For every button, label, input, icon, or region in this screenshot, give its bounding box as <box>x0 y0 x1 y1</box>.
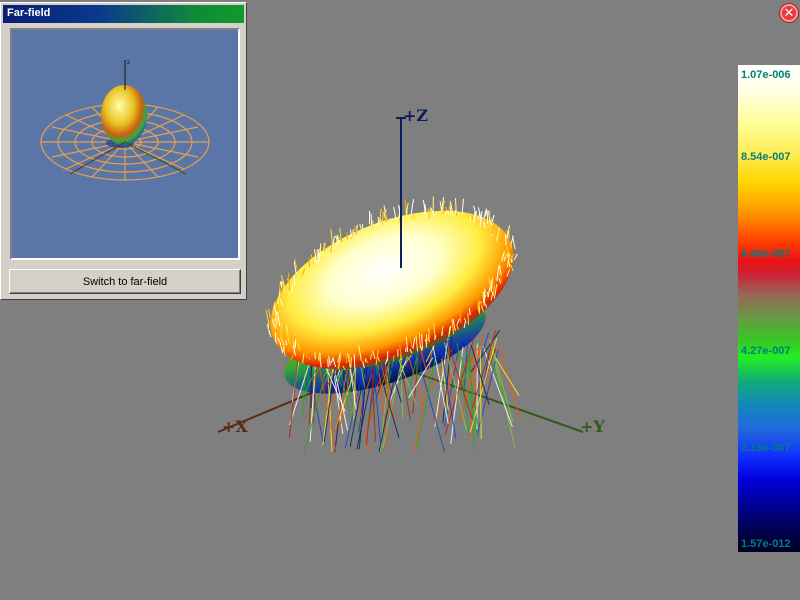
y-axis-label: +Y <box>580 417 605 436</box>
svg-text:·· ·: ·· · <box>196 122 201 127</box>
farfield-title: Far-field <box>7 7 51 19</box>
svg-text:·· ·: ·· · <box>192 164 197 169</box>
svg-text:·· ·: ·· · <box>48 156 53 161</box>
farfield-titlebar[interactable]: Far-field <box>3 5 244 23</box>
colorbar-label-3: 6.40e-007 <box>741 248 791 260</box>
colorbar-label-min: 1.57e-012 <box>741 538 791 550</box>
preview-z-label: z <box>127 60 130 66</box>
switch-to-farfield-button[interactable]: Switch to far-field <box>9 269 241 294</box>
svg-text:·· ·: ·· · <box>48 126 53 131</box>
close-icon: ✕ <box>783 5 795 21</box>
close-button[interactable]: ✕ <box>779 3 799 23</box>
colorbar-label-4: 4.27e-007 <box>741 345 791 357</box>
svg-text:·· ·: ·· · <box>54 114 59 119</box>
radiation-pattern-lobe <box>265 196 521 453</box>
farfield-panel: Far-field ·· · ·· · ·· · ·· · ·· · ·· · … <box>0 2 247 300</box>
farfield-preview[interactable]: ·· · ·· · ·· · ·· · ·· · ·· · ·· · ·· · ·· · ·… <box>10 28 240 260</box>
svg-text:·· ·: ·· · <box>162 102 167 107</box>
svg-text:·· ·: ·· · <box>42 142 47 147</box>
preview-lobe <box>101 85 147 145</box>
z-axis-label: +Z <box>403 106 428 125</box>
x-axis-label: +X <box>222 417 248 436</box>
colorbar <box>738 65 800 552</box>
svg-text:·· ·: ·· · <box>202 136 207 141</box>
colorbar-label-max: 1.07e-006 <box>741 69 791 81</box>
colorbar-label-2: 8.54e-007 <box>741 151 791 163</box>
svg-text:·· ·: ·· · <box>182 110 187 115</box>
colorbar-label-5: 2.13e-007 <box>741 442 791 454</box>
svg-text:·· ·: ·· · <box>62 168 67 173</box>
svg-text:·· ·: ·· · <box>200 150 205 155</box>
